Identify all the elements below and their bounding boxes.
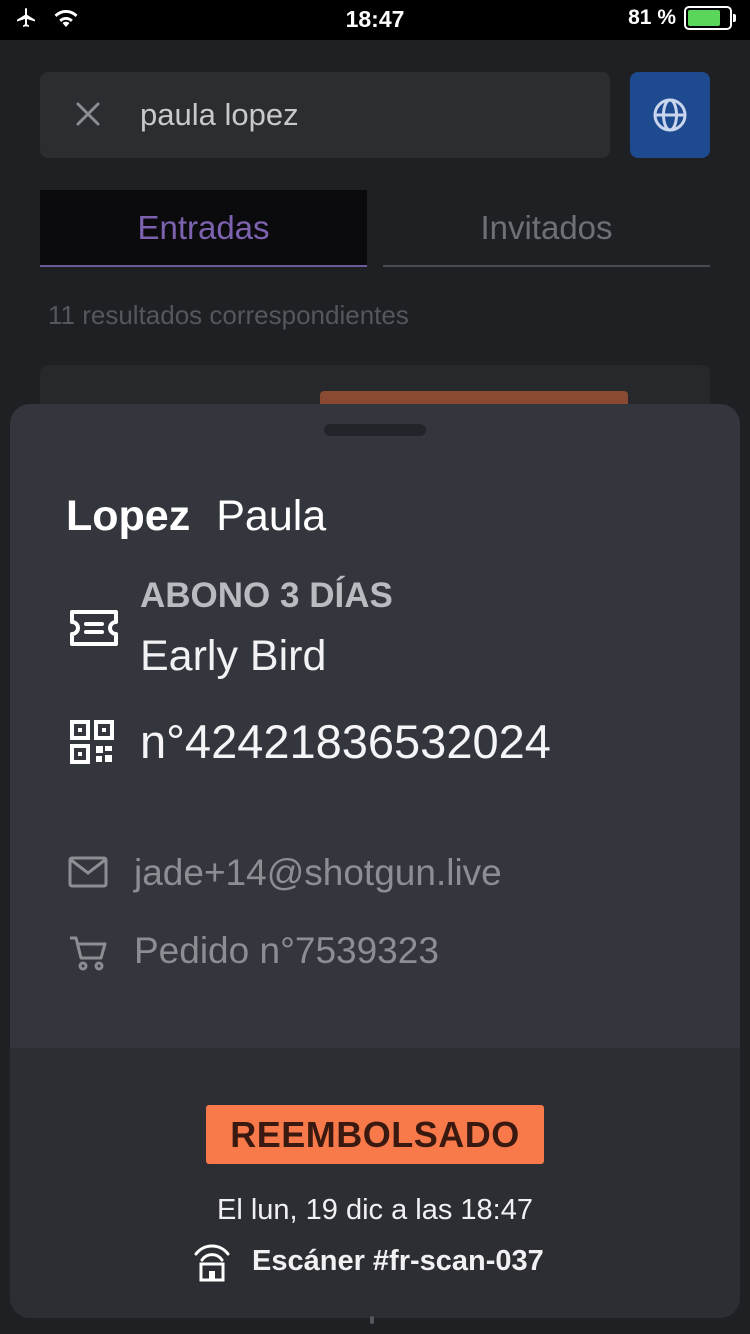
battery-percent: 81 % [628,6,676,29]
status-right: 81 % [628,6,736,30]
globe-button[interactable] [630,72,710,158]
ticket-detail-sheet: Lopez Paula ABONO 3 DÍAS Early Bird n°42… [10,404,740,1318]
scanner-icon [194,1244,230,1282]
ticket-number: n°42421836532024 [140,715,551,768]
last-name: Lopez [66,492,191,540]
order-number: Pedido n°7539323 [134,930,439,971]
tab-entradas[interactable]: Entradas [40,190,367,267]
search-bar [40,72,610,158]
attendee-name: Lopez Paula [66,492,326,541]
email: jade+14@shotgun.live [134,852,502,893]
battery-charging-icon [684,6,736,30]
home-indicator [370,1316,374,1324]
globe-icon [653,98,687,132]
qr-code-icon [70,720,114,764]
status-bar: 18:47 81 % [0,0,750,40]
cart-icon [70,936,107,971]
close-icon[interactable] [72,98,104,130]
results-count: 11 resultados correspondientes [48,300,409,330]
ticket-type: ABONO 3 DÍAS [140,576,393,615]
tab-invitados[interactable]: Invitados [383,190,710,267]
first-name: Paula [216,492,327,540]
search-input[interactable] [140,94,580,136]
ticket-name: Early Bird [140,632,327,680]
sheet-grabber[interactable] [324,424,426,436]
status-date: El lun, 19 dic a las 18:47 [217,1194,533,1226]
mail-icon [68,856,108,888]
scanner-info: Escáner #fr-scan-037 [192,1240,544,1282]
refunded-badge: REEMBOLSADO [206,1105,544,1164]
ticket-icon [70,610,118,646]
scan-status-panel: REEMBOLSADO El lun, 19 dic a las 18:47 E… [10,1048,740,1318]
scanner-label: Escáner #fr-scan-037 [252,1244,544,1277]
battery-fill [688,10,721,26]
